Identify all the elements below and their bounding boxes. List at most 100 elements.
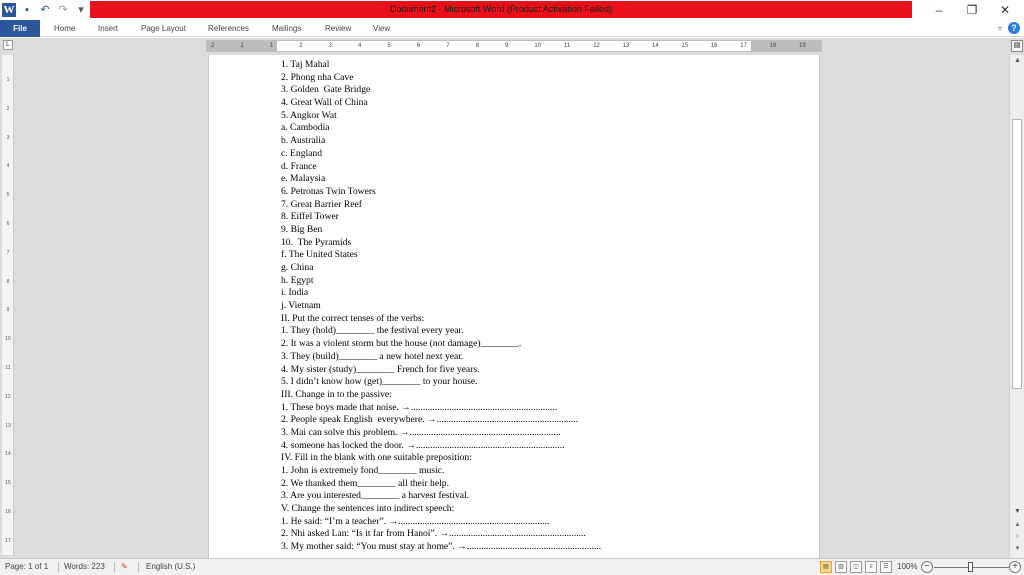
word-app-icon[interactable]: W	[2, 3, 16, 17]
tab-page-layout[interactable]: Page Layout	[135, 20, 192, 37]
horizontal-ruler[interactable]: 2 1 1 2 3 4 5 6 7 8 9 10 11 12 13 14 15 16 17 18 19	[206, 40, 822, 52]
ribbon-collapse-icon[interactable]: ▿	[998, 24, 1002, 33]
browse-object-icon[interactable]: ○	[1010, 531, 1024, 543]
document-line[interactable]: III. Change in to the passive:	[281, 389, 801, 402]
ruler-number: 7	[6, 249, 10, 256]
document-line[interactable]: 3. They (build)________ a new hotel next…	[281, 351, 801, 364]
ruler-number: 18	[769, 43, 777, 49]
tab-references[interactable]: References	[202, 20, 255, 37]
document-line[interactable]: 4. someone has locked the door. →.......…	[281, 440, 801, 453]
document-line[interactable]: 2. People speak English everywhere. →...…	[281, 414, 801, 427]
page-count[interactable]: Page: 1 of 1	[5, 559, 48, 575]
ruler-number: 17	[5, 537, 11, 544]
document-line[interactable]: a. Cambodia	[281, 122, 801, 135]
document-line[interactable]: 3. Golden Gate Bridge	[281, 84, 801, 97]
ruler-number: 14	[652, 43, 659, 49]
document-line[interactable]: 4. My sister (study)________ French for …	[281, 364, 801, 377]
ruler-number: 4	[6, 163, 10, 170]
document-line[interactable]: 1. Taj Mahal	[281, 59, 801, 72]
proofing-icon[interactable]: ✎	[121, 559, 128, 575]
document-line[interactable]: e. Malaysia	[281, 173, 801, 186]
outline-view-icon[interactable]: ≡	[865, 561, 877, 573]
tab-home[interactable]: Home	[48, 20, 81, 37]
document-line[interactable]: 5. I didn’t know how (get)________ to yo…	[281, 376, 801, 389]
customize-qat-icon[interactable]: ▾	[74, 3, 88, 17]
document-line[interactable]: 3. Are you interested________ a harvest …	[281, 490, 801, 503]
word-count[interactable]: Words: 223	[64, 559, 105, 575]
document-line[interactable]: 7. Great Barrier Reef	[281, 199, 801, 212]
restore-button[interactable]: ❐	[955, 0, 989, 20]
scroll-thumb[interactable]	[1012, 119, 1022, 389]
tab-review[interactable]: Review	[319, 20, 357, 37]
previous-page-icon[interactable]: ▴	[1010, 519, 1024, 531]
redo-icon[interactable]: ↷	[56, 3, 70, 17]
zoom-level[interactable]: 100%	[897, 559, 917, 575]
document-line[interactable]: 6. Petronas Twin Towers	[281, 186, 801, 199]
ruler-number: 19	[799, 43, 806, 49]
tab-mailings[interactable]: Mailings	[266, 20, 307, 37]
scroll-down-icon[interactable]: ▼	[1010, 506, 1024, 518]
document-line[interactable]: j. Vietnam	[281, 300, 801, 313]
document-line[interactable]: IV. Fill in the blank with one suitable …	[281, 452, 801, 465]
ruler-number: 5	[6, 192, 10, 199]
tab-selector[interactable]: L	[3, 40, 13, 50]
document-line[interactable]: i. India	[281, 287, 801, 300]
document-body[interactable]: 1. Taj Mahal 2. Phong nha Cave 3. Golden G…	[281, 59, 801, 554]
tab-insert[interactable]: Insert	[92, 20, 124, 37]
save-icon[interactable]: ▪	[20, 3, 34, 17]
document-line[interactable]: 4. Great Wall of China	[281, 97, 801, 110]
draft-view-icon[interactable]: ☰	[880, 561, 892, 573]
document-line[interactable]: 9. Big Ben	[281, 224, 801, 237]
document-line[interactable]: 3. My mother said: “You must stay at hom…	[281, 541, 801, 554]
document-page[interactable]: 1. Taj Mahal 2. Phong nha Cave 3. Golden G…	[208, 55, 820, 558]
ruler-number: 1	[269, 43, 274, 49]
next-page-icon[interactable]: ▾	[1010, 543, 1024, 555]
vertical-scrollbar[interactable]: ▲ ▼ ▴ ○ ▾	[1009, 55, 1024, 558]
language-indicator[interactable]: English (U.S.)	[146, 559, 195, 575]
quick-access-toolbar: W ▪ ↶ ↷ ▾	[2, 2, 88, 18]
status-divider	[58, 562, 59, 572]
web-layout-icon[interactable]: ◫	[850, 561, 862, 573]
ruler-number: 17	[740, 43, 747, 49]
ruler-number: 7	[446, 43, 450, 49]
document-line[interactable]: 1. He said: “I’m a teacher”. →..........…	[281, 516, 801, 529]
document-line[interactable]: g. China	[281, 262, 801, 275]
zoom-out-icon[interactable]: −	[921, 561, 933, 573]
document-line[interactable]: II. Put the correct tenses of the verbs:	[281, 313, 801, 326]
document-line[interactable]: 8. Eiffel Tower	[281, 211, 801, 224]
zoom-slider-knob[interactable]	[968, 562, 973, 572]
zoom-in-icon[interactable]: +	[1009, 561, 1021, 573]
document-line[interactable]: 2. We thanked them________ all their hel…	[281, 478, 801, 491]
document-line[interactable]: 10. The Pyramids	[281, 237, 801, 250]
print-layout-view-icon[interactable]: ▤	[820, 561, 832, 573]
document-line[interactable]: 1. These boys made that noise. →........…	[281, 402, 801, 415]
ruler-number: 16	[710, 43, 718, 49]
document-line[interactable]: V. Change the sentences into indirect sp…	[281, 503, 801, 516]
status-divider	[138, 562, 139, 572]
document-line[interactable]: c. England	[281, 148, 801, 161]
document-line[interactable]: f. The United States	[281, 249, 801, 262]
vertical-ruler[interactable]: 1 2 3 4 5 6 7 8 9 10 11 12 13 14 15 16 17	[2, 55, 14, 555]
document-line[interactable]: h. Egypt	[281, 275, 801, 288]
ruler-number: 8	[475, 43, 479, 49]
tab-file[interactable]: File	[0, 20, 40, 37]
document-line[interactable]: 1. John is extremely fond________ music.	[281, 465, 801, 478]
document-line[interactable]: 5. Angkor Wat	[281, 110, 801, 123]
full-screen-reading-icon[interactable]: ▥	[835, 561, 847, 573]
view-ruler-icon[interactable]: ▤	[1011, 40, 1023, 52]
ruler-number: 1	[6, 77, 10, 83]
minimize-button[interactable]: –	[922, 0, 956, 20]
document-line[interactable]: d. France	[281, 161, 801, 174]
undo-icon[interactable]: ↶	[38, 3, 52, 17]
document-line[interactable]: 2. Nhi asked Lan: “Is it far from Hanoi”…	[281, 528, 801, 541]
document-line[interactable]: 2. It was a violent storm but the house …	[281, 338, 801, 351]
close-button[interactable]: ✕	[988, 0, 1022, 20]
scroll-up-icon[interactable]: ▲	[1010, 55, 1024, 67]
ruler-number: 5	[387, 43, 391, 49]
document-line[interactable]: 2. Phong nha Cave	[281, 72, 801, 85]
tab-view[interactable]: View	[367, 20, 396, 37]
document-line[interactable]: 1. They (hold)________ the festival ever…	[281, 325, 801, 338]
help-icon[interactable]: ?	[1008, 22, 1020, 34]
document-line[interactable]: b. Australia	[281, 135, 801, 148]
document-line[interactable]: 3. Mai can solve this problem. →........…	[281, 427, 801, 440]
